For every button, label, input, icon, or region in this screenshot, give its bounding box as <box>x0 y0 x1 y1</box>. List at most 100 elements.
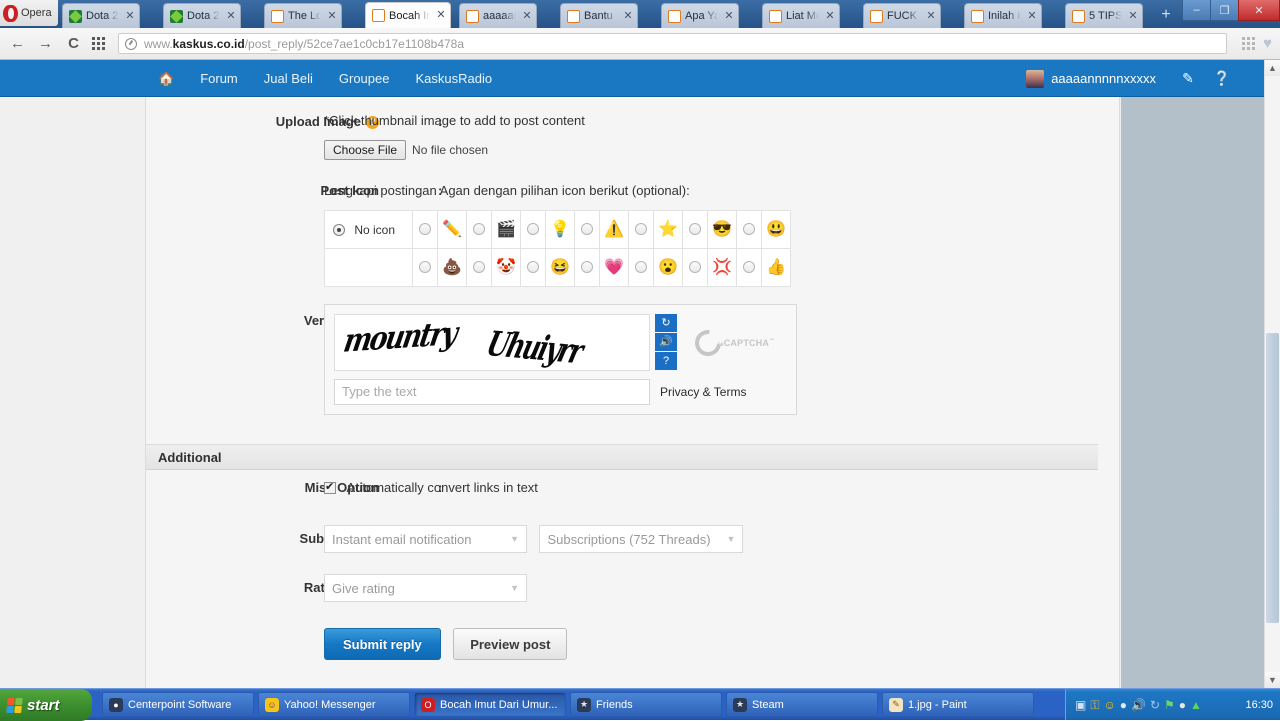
heart-icon[interactable]: ♥ <box>1263 36 1272 51</box>
icon-cell[interactable]: 💡 <box>545 210 575 249</box>
convert-links-checkbox[interactable] <box>324 480 336 494</box>
minimize-button[interactable]: – <box>1182 0 1211 21</box>
refresh-icon[interactable]: ↻ <box>655 314 677 332</box>
icon-cell[interactable]: ⚠️ <box>599 210 629 249</box>
browser-tab[interactable]: ka The Loun ✕ <box>264 3 342 28</box>
pencil-icon[interactable]: ✎ <box>1171 60 1205 97</box>
radio-cell[interactable] <box>412 210 438 249</box>
taskbar-item-paint[interactable]: ✎ 1.jpg - Paint <box>882 692 1034 717</box>
close-icon[interactable]: ✕ <box>434 9 448 23</box>
taskbar-item-yahoo-messenger[interactable]: ☺ Yahoo! Messenger <box>258 692 410 717</box>
radio-cell[interactable] <box>736 210 762 249</box>
rate-thread-select[interactable]: Give rating ▼ <box>324 574 527 602</box>
sidebar-item-jual-beli[interactable]: Jual Beli <box>251 60 326 97</box>
radio-post-icon[interactable] <box>527 223 539 236</box>
extensions-grid-icon[interactable] <box>1242 37 1256 50</box>
heart-icon[interactable]: 💗 <box>604 259 624 276</box>
cool-blue-smiley-icon[interactable]: 😎 <box>712 221 732 238</box>
radio-post-icon[interactable] <box>473 223 485 236</box>
home-icon[interactable]: 🏠 <box>145 60 187 97</box>
sync-icon[interactable]: ↻ <box>1150 699 1160 711</box>
browser-tab[interactable]: ka Apa Yang ✕ <box>661 3 739 28</box>
radio-post-icon[interactable] <box>419 261 431 274</box>
start-button[interactable]: start <box>0 689 92 721</box>
updater-icon[interactable]: ▲ <box>1190 699 1202 711</box>
radio-post-icon[interactable] <box>689 261 701 274</box>
browser-tab[interactable]: ka Inilah Ke ✕ <box>964 3 1042 28</box>
question-icon[interactable]: ❔ <box>1205 60 1239 97</box>
close-icon[interactable]: ✕ <box>123 9 137 23</box>
close-icon[interactable]: ✕ <box>1025 9 1039 23</box>
contacts-icon[interactable]: ● <box>1179 699 1186 711</box>
scrollbar-thumb[interactable] <box>1266 333 1279 623</box>
radio-cell[interactable] <box>682 210 708 249</box>
close-icon[interactable]: ✕ <box>325 9 339 23</box>
radio-cell[interactable] <box>628 210 654 249</box>
close-icon[interactable]: ✕ <box>621 9 635 23</box>
back-icon[interactable]: ← <box>8 36 27 51</box>
radio-post-icon[interactable] <box>419 223 431 236</box>
radio-cell[interactable] <box>520 210 546 249</box>
radio-cell[interactable] <box>574 210 600 249</box>
radio-cell[interactable] <box>466 248 492 287</box>
close-icon[interactable]: ✕ <box>224 9 238 23</box>
icon-cell[interactable]: ✏️ <box>437 210 467 249</box>
close-window-button[interactable]: ✕ <box>1238 0 1280 21</box>
username-label[interactable]: aaaaannnnnxxxxx <box>1051 71 1156 86</box>
icon-cell[interactable]: 💢 <box>707 248 737 287</box>
angry-red-icon[interactable]: 💢 <box>712 259 732 276</box>
radio-cell[interactable] <box>574 248 600 287</box>
laughing-smiley-icon[interactable]: 😆 <box>550 259 570 276</box>
subscription-folder-select[interactable]: Subscriptions (752 Threads) ▼ <box>539 525 744 553</box>
radio-cell[interactable] <box>412 248 438 287</box>
submit-reply-button[interactable]: Submit reply <box>324 628 441 660</box>
captcha-text-input[interactable]: Type the text <box>334 379 650 405</box>
new-tab-button[interactable]: + <box>1155 5 1177 25</box>
taskbar-item-friends[interactable]: ★ Friends <box>570 692 722 717</box>
close-icon[interactable]: ✕ <box>520 9 534 23</box>
taskbar-clock[interactable]: 16:30 <box>1245 699 1273 711</box>
taskbar-item-opera-active[interactable]: O Bocah Imut Dari Umur... <box>414 692 566 717</box>
radio-cell[interactable] <box>466 210 492 249</box>
close-icon[interactable]: ✕ <box>722 9 736 23</box>
forward-icon[interactable]: → <box>36 36 55 51</box>
radio-post-icon[interactable] <box>743 261 755 274</box>
icon-cell[interactable]: 🎬 <box>491 210 521 249</box>
privacy-terms-link[interactable]: Privacy & Terms <box>660 385 746 399</box>
smiley-icon[interactable]: ☺ <box>1103 699 1115 711</box>
speaker-icon[interactable]: 🔊 <box>655 333 677 351</box>
icon-cell[interactable]: 🤡 <box>491 248 521 287</box>
scroll-up-arrow[interactable]: ▲ <box>1265 60 1280 76</box>
page-info-icon[interactable] <box>125 37 137 50</box>
reload-icon[interactable]: C <box>64 36 83 51</box>
icon-cell[interactable]: 💩 <box>437 248 467 287</box>
star-icon[interactable]: ⭐ <box>658 221 678 238</box>
key-icon[interactable]: ⚿ <box>1090 699 1099 711</box>
icon-cell[interactable]: 👍 <box>761 248 791 287</box>
close-icon[interactable]: ✕ <box>924 9 938 23</box>
yellow-smiley-icon[interactable]: 😃 <box>766 221 786 238</box>
antivirus-icon[interactable]: ⚑ <box>1164 699 1175 711</box>
no-icon-cell[interactable]: No icon <box>324 210 413 249</box>
radio-post-icon[interactable] <box>527 261 539 274</box>
radio-cell[interactable] <box>520 248 546 287</box>
browser-tab-active[interactable]: ka Bocah Im ✕ <box>365 2 451 28</box>
preview-post-button[interactable]: Preview post <box>453 628 568 660</box>
poop-icon[interactable]: 💩 <box>442 259 462 276</box>
browser-tab[interactable]: ka 5 TIPS U ✕ <box>1065 3 1143 28</box>
messenger-icon[interactable]: ● <box>1120 699 1127 711</box>
subscription-type-select[interactable]: Instant email notification ▼ <box>324 525 527 553</box>
icon-cell[interactable]: 😮 <box>653 248 683 287</box>
warning-icon[interactable]: ⚠️ <box>604 221 624 238</box>
icon-cell[interactable]: 😆 <box>545 248 575 287</box>
browser-tab[interactable]: ka Liat Moto ✕ <box>762 3 840 28</box>
scroll-down-arrow[interactable]: ▼ <box>1265 672 1280 688</box>
taskbar-item-steam[interactable]: ★ Steam <box>726 692 878 717</box>
radio-post-icon[interactable] <box>581 261 593 274</box>
radio-post-icon[interactable] <box>689 223 701 236</box>
icon-cell[interactable]: ⭐ <box>653 210 683 249</box>
apps-grid-icon[interactable] <box>92 37 105 50</box>
radio-no-icon[interactable] <box>333 224 345 237</box>
browser-tab[interactable]: Dota 2 L ✕ <box>163 3 241 28</box>
icon-cell[interactable]: 😃 <box>761 210 791 249</box>
